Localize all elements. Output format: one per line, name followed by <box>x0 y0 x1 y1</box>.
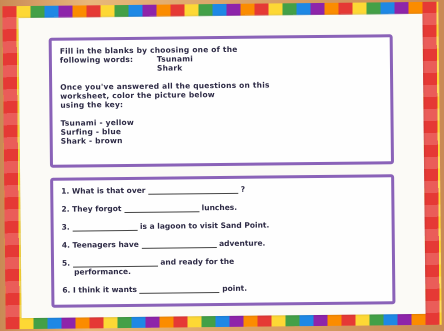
worksheet-page: Fill in the blanks by choosing one of th… <box>18 13 426 319</box>
answer-blank[interactable] <box>139 284 220 294</box>
question-text: I think it wants <box>72 284 138 295</box>
instruction-line: worksheet, color the picture below <box>60 90 215 101</box>
question-text: lunches. <box>201 202 238 213</box>
question-row: 4. Teenagers have adventure. <box>62 239 266 250</box>
question-number: 3. <box>61 222 70 232</box>
answer-blank[interactable] <box>72 221 138 232</box>
question-row: 2. They forgot lunches. <box>61 203 237 214</box>
question-number: 6. <box>62 285 71 295</box>
question-row: performance. <box>74 267 131 277</box>
question-text: They forgot <box>72 204 122 214</box>
question-text: What is that over <box>71 185 146 196</box>
question-number: 5. <box>61 258 71 268</box>
word-option: Shark <box>156 63 183 73</box>
question-row: 3. is a lagoon to visit Sand Point. <box>62 221 270 232</box>
question-text: point. <box>222 283 248 294</box>
answer-blank[interactable] <box>123 203 200 214</box>
question-text: adventure. <box>219 238 266 249</box>
question-text: performance. <box>74 266 132 277</box>
answer-blank[interactable] <box>141 239 217 249</box>
question-row: 1. What is that over ? <box>61 185 245 196</box>
question-number: 4. <box>61 240 70 250</box>
question-row: 6. I think it wants point. <box>62 284 247 295</box>
questions-box: 1. What is that over ? 2. They forgot lu… <box>50 174 396 308</box>
instruction-line: Fill in the blanks by choosing one of th… <box>59 44 238 56</box>
question-number: 2. <box>61 204 70 214</box>
question-number: 1. <box>61 186 70 196</box>
question-text: is a lagoon to visit Sand Point. <box>139 220 270 231</box>
instructions-box: Fill in the blanks by choosing one of th… <box>48 34 394 168</box>
instruction-line: using the key: <box>60 100 124 110</box>
color-key-item: Tsunami - yellow <box>60 117 135 128</box>
color-key-item: Shark - brown <box>60 136 123 146</box>
question-text: and ready for the <box>160 256 235 267</box>
answer-blank[interactable] <box>148 184 239 195</box>
instruction-line: following words: <box>59 54 134 65</box>
answer-blank[interactable] <box>72 257 158 268</box>
question-row: 5. and ready for the <box>62 257 234 268</box>
question-text: ? <box>240 184 246 194</box>
word-option: Tsunami <box>156 54 194 64</box>
question-text: Teenagers have <box>72 239 139 250</box>
